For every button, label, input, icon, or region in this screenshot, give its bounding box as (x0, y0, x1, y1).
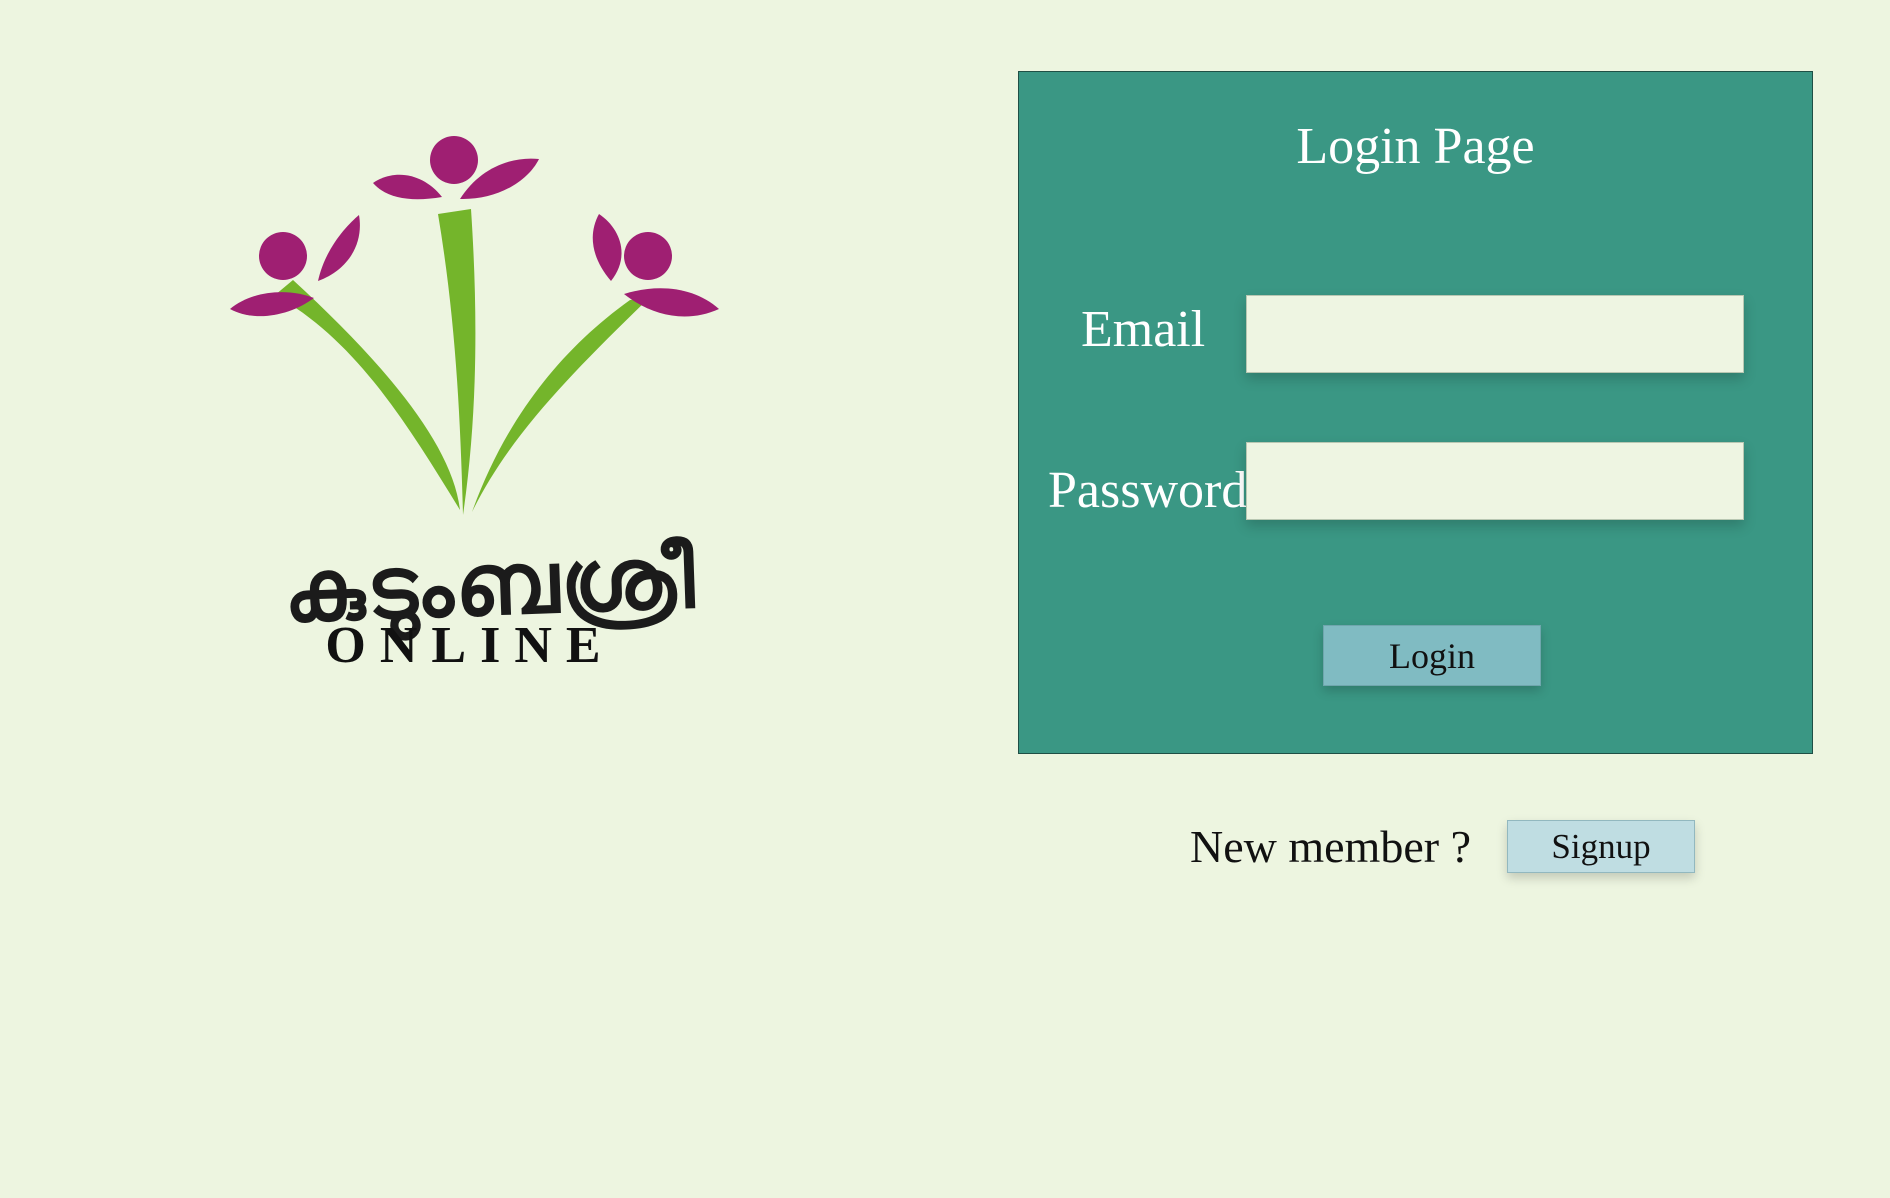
right-petal-bottom (624, 288, 719, 317)
password-field[interactable] (1246, 442, 1744, 520)
center-petal-left (373, 174, 442, 200)
signup-row: New member ? Signup (1190, 820, 1695, 873)
left-flower-center (259, 232, 307, 280)
login-panel: Login Page Email Password Login (1018, 71, 1813, 754)
left-petal-top (318, 215, 360, 281)
right-flower-center (624, 232, 672, 280)
right-stem (472, 297, 650, 512)
login-button[interactable]: Login (1323, 625, 1541, 686)
logo-subtitle: ONLINE (325, 617, 615, 674)
kudumbashree-logo: കുടുംബശ്രീ ONLINE (190, 120, 790, 720)
right-petal-top (592, 214, 622, 281)
email-label: Email (1081, 301, 1206, 358)
password-label: Password (1048, 462, 1248, 519)
email-field[interactable] (1246, 295, 1744, 373)
signup-button[interactable]: Signup (1507, 820, 1695, 873)
center-flower-center (430, 136, 478, 184)
left-petal-bottom (230, 292, 314, 317)
new-member-prompt: New member ? (1190, 821, 1471, 872)
left-stem (275, 280, 460, 510)
page-title: Login Page (1296, 118, 1535, 175)
